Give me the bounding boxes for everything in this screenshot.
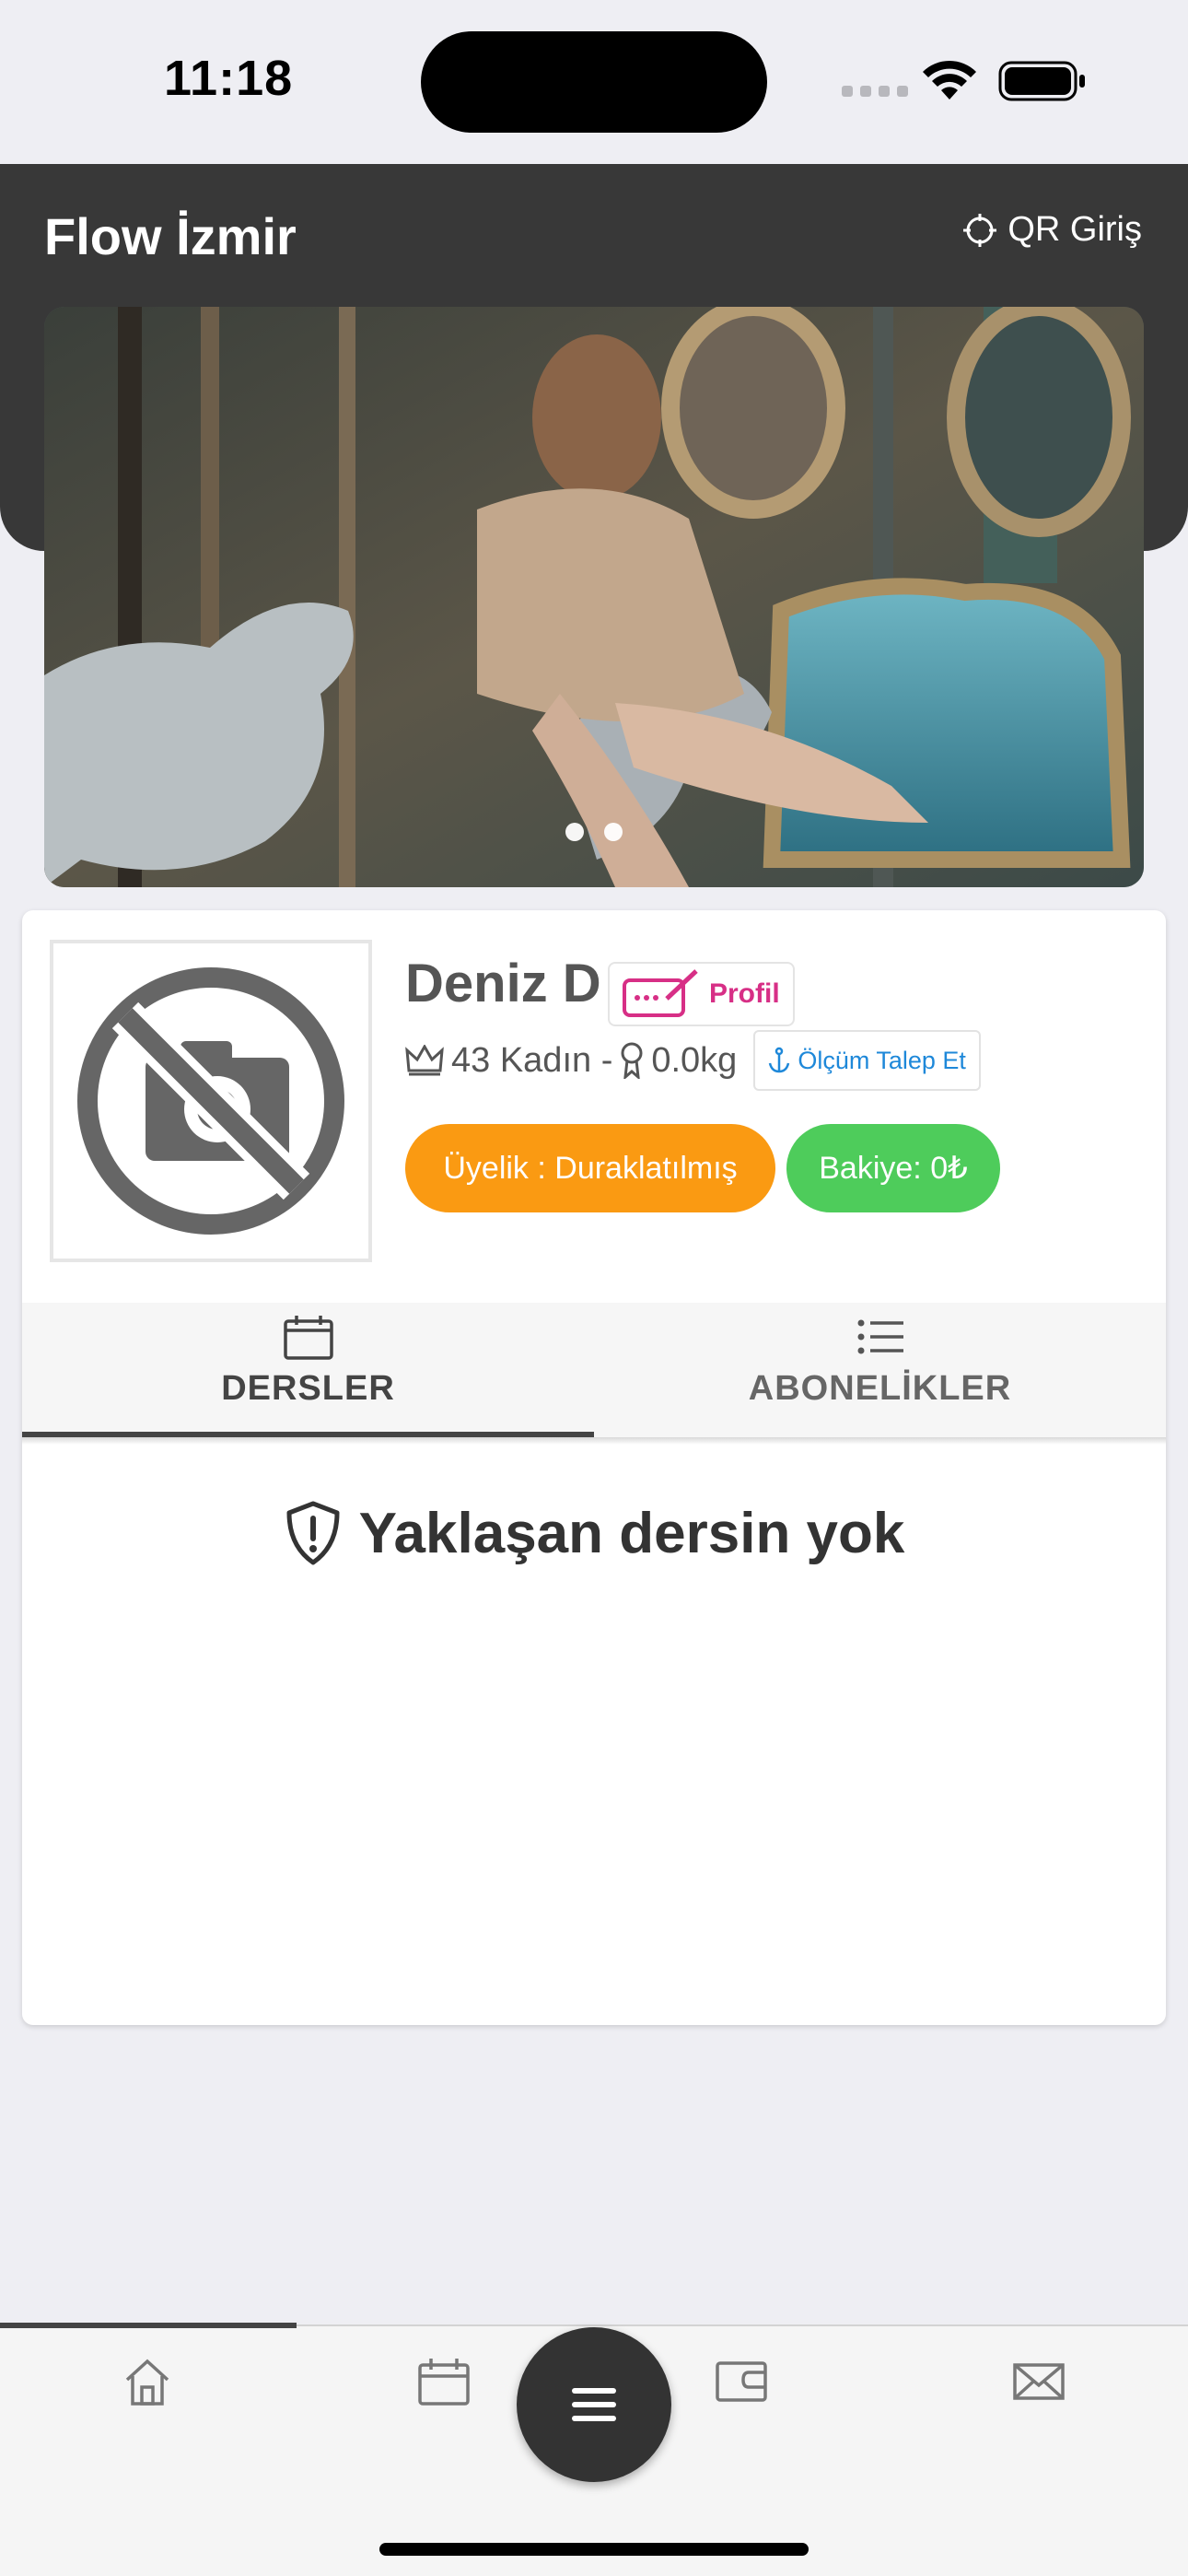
cellular-signal-icon — [842, 86, 908, 97]
profile-button[interactable]: Profil — [608, 962, 795, 1026]
measurement-request-button[interactable]: Ölçüm Talep Et — [753, 1030, 981, 1091]
nav-calendar[interactable] — [407, 2345, 481, 2418]
wifi-icon — [923, 60, 976, 100]
user-age-gender: 43 Kadın - — [451, 1040, 613, 1080]
status-bar: 11:18 — [0, 0, 1188, 164]
anchor-icon — [769, 1047, 790, 1073]
mail-icon — [1013, 2363, 1065, 2400]
status-time: 11:18 — [164, 51, 294, 106]
user-name: Deniz D — [405, 954, 601, 1013]
carousel-dot[interactable] — [565, 823, 584, 841]
no-photo-icon — [77, 967, 344, 1235]
award-icon — [621, 1042, 643, 1079]
crown-icon — [405, 1045, 444, 1076]
edit-card-icon — [623, 969, 698, 1017]
carousel-photo — [44, 307, 1144, 887]
empty-state: Yaklaşan dersin yok — [22, 1500, 1166, 1566]
profile-button-label: Profil — [709, 978, 780, 1009]
tab-bar: DERSLER ABONELİKLER — [22, 1303, 1166, 1437]
tab-divider — [22, 1437, 1166, 1445]
crosshair-icon — [963, 213, 997, 247]
calendar-icon — [283, 1316, 333, 1360]
tab-subscriptions-label: ABONELİKLER — [748, 1369, 1012, 1408]
avatar[interactable] — [50, 940, 372, 1262]
menu-icon — [572, 2388, 616, 2421]
nav-messages[interactable] — [1002, 2345, 1076, 2418]
list-icon — [857, 1319, 903, 1354]
page-title: Flow İzmir — [44, 207, 297, 265]
calendar-icon — [418, 2359, 470, 2406]
tab-lessons[interactable]: DERSLER — [22, 1303, 594, 1437]
user-weight: 0.0kg — [651, 1040, 738, 1080]
empty-state-message: Yaklaşan dersin yok — [358, 1501, 905, 1565]
tab-lessons-label: DERSLER — [221, 1369, 395, 1408]
home-indicator — [379, 2543, 809, 2556]
user-meta: 43 Kadın - 0.0kg Ölçüm Talep Et — [405, 1030, 981, 1091]
membership-status-badge[interactable]: Üyelik : Duraklatılmış — [405, 1124, 775, 1212]
measurement-request-label: Ölçüm Talep Et — [798, 1046, 966, 1074]
tab-subscriptions[interactable]: ABONELİKLER — [594, 1303, 1166, 1437]
balance-badge[interactable]: Bakiye: 0₺ — [786, 1124, 1000, 1212]
carousel-dots — [44, 823, 1144, 841]
battery-icon — [998, 61, 1085, 101]
qr-login-button[interactable]: QR Giriş — [961, 210, 1142, 250]
menu-button[interactable] — [517, 2327, 671, 2482]
qr-login-label: QR Giriş — [1007, 210, 1142, 249]
nav-home[interactable] — [111, 2345, 184, 2418]
dynamic-island — [421, 31, 767, 133]
profile-card: Deniz D Profil 43 Kadın - 0.0kg Ölçüm Ta… — [22, 910, 1166, 2025]
wallet-icon — [716, 2361, 767, 2402]
shield-alert-icon — [286, 1501, 340, 1565]
home-icon — [125, 2359, 169, 2406]
active-nav-indicator — [0, 2323, 297, 2328]
nav-wallet[interactable] — [705, 2345, 778, 2418]
image-carousel[interactable] — [44, 307, 1144, 887]
carousel-dot[interactable] — [604, 823, 623, 841]
